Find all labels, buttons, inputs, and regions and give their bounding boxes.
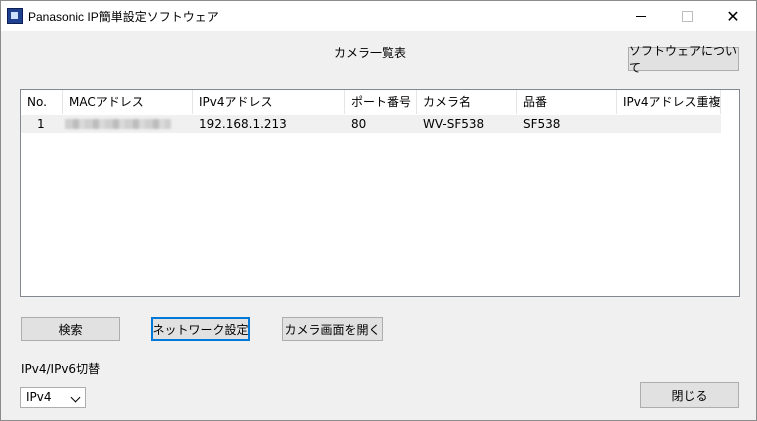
cell-model: SF538 <box>523 117 561 131</box>
app-logo-icon <box>7 8 23 24</box>
minimize-icon <box>636 15 646 17</box>
network-settings-button[interactable]: ネットワーク設定 <box>151 317 250 341</box>
cell-ipv4-duplicate <box>617 115 721 133</box>
cell-no: 1 <box>37 117 45 131</box>
open-camera-button[interactable]: カメラ画面を開く <box>282 317 383 341</box>
column-header-camera-name[interactable]: カメラ名 <box>417 90 517 114</box>
column-header-port[interactable]: ポート番号 <box>345 90 417 114</box>
redacted-mac-address <box>65 119 171 129</box>
column-header-mac[interactable]: MACアドレス <box>63 90 193 114</box>
camera-list-header: No. MACアドレス IPv4アドレス ポート番号 カメラ名 品番 IPv4ア… <box>21 90 739 114</box>
maximize-button <box>664 1 710 31</box>
about-software-button[interactable]: ソフトウェアについて <box>628 44 739 75</box>
close-icon: ✕ <box>726 6 740 26</box>
column-header-model[interactable]: 品番 <box>517 90 617 114</box>
chevron-down-icon <box>70 392 81 403</box>
column-header-no[interactable]: No. <box>21 90 63 114</box>
camera-list[interactable]: No. MACアドレス IPv4アドレス ポート番号 カメラ名 品番 IPv4ア… <box>20 89 740 297</box>
ip-mode-select[interactable]: IPv4 <box>20 387 86 408</box>
cell-port: 80 <box>351 117 367 131</box>
cell-mac <box>63 115 193 133</box>
table-row[interactable]: 1 192.168.1.213 80 WV-SF538 SF538 <box>21 115 721 133</box>
app-window: Panasonic IP簡単設定ソフトウェア ✕ カメラ一覧表 ソフトウェアにつ… <box>0 0 757 421</box>
column-header-ipv4[interactable]: IPv4アドレス <box>193 90 345 114</box>
title-bar: Panasonic IP簡単設定ソフトウェア ✕ <box>1 1 756 31</box>
maximize-icon <box>681 10 693 22</box>
cell-camera-name: WV-SF538 <box>423 117 485 131</box>
ip-mode-selected-value: IPv4 <box>26 390 52 404</box>
close-button[interactable]: 閉じる <box>640 382 739 408</box>
ip-mode-label: IPv4/IPv6切替 <box>21 362 101 376</box>
window-title: Panasonic IP簡単設定ソフトウェア <box>28 10 219 24</box>
cell-ipv4: 192.168.1.213 <box>199 117 287 131</box>
search-button[interactable]: 検索 <box>21 317 120 341</box>
close-window-button[interactable]: ✕ <box>710 1 756 31</box>
column-header-ipv4-duplicate[interactable]: IPv4アドレス重複 <box>617 90 721 114</box>
camera-list-heading: カメラ一覧表 <box>334 46 407 60</box>
minimize-button[interactable] <box>618 1 664 31</box>
